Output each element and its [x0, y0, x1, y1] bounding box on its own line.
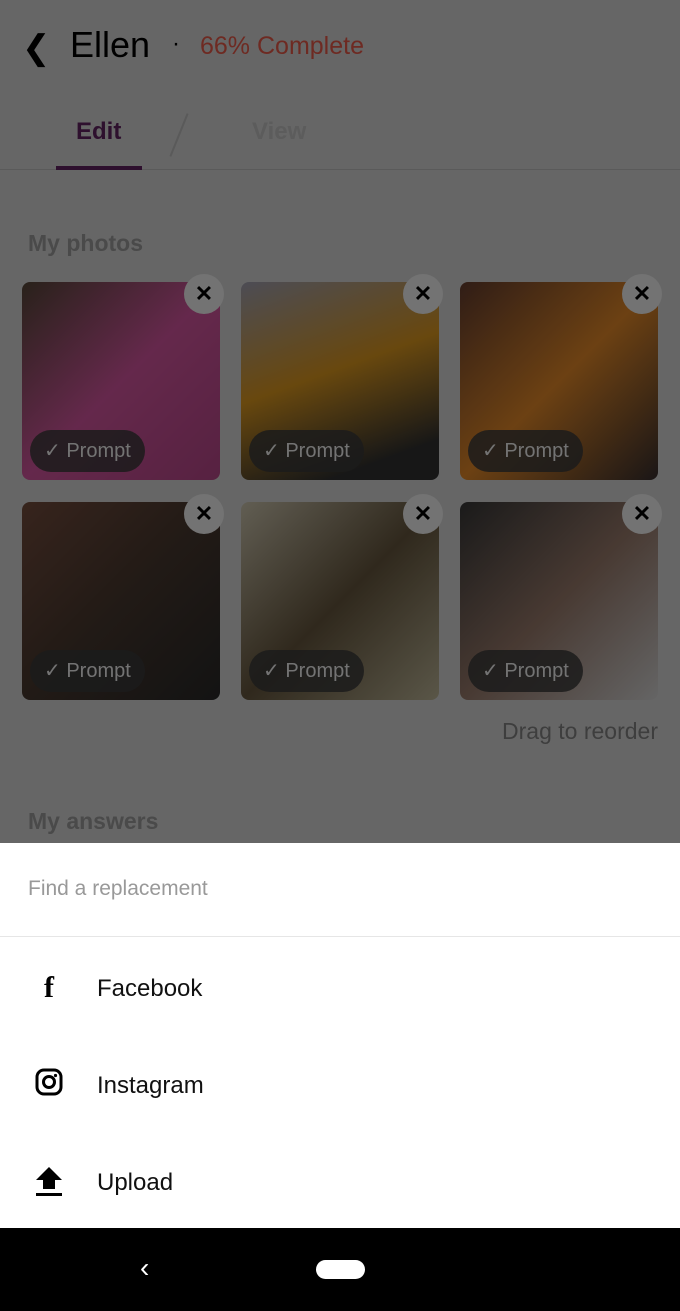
tab-edit[interactable]: Edit: [76, 118, 121, 146]
prompt-button[interactable]: ✓ Prompt: [249, 430, 364, 472]
prompt-label: Prompt: [285, 440, 350, 462]
drag-hint: Drag to reorder: [502, 718, 658, 744]
tab-divider: [169, 113, 189, 157]
photo-tile[interactable]: ✕ ✓ Prompt: [241, 274, 443, 480]
prompt-button[interactable]: ✓ Prompt: [468, 650, 583, 692]
divider: [0, 936, 680, 937]
check-icon: ✓: [263, 660, 286, 682]
tab-bar: Edit View: [0, 100, 680, 170]
option-label: Upload: [97, 1169, 174, 1196]
prompt-label: Prompt: [66, 440, 131, 462]
profile-name: Ellen: [70, 24, 151, 65]
separator: ·: [172, 30, 180, 57]
answers-heading: My answers: [28, 808, 159, 834]
chevron-left-icon[interactable]: ❮: [22, 28, 51, 68]
check-icon: ✓: [44, 440, 67, 462]
option-facebook[interactable]: f Facebook: [0, 949, 680, 1029]
option-label: Instagram: [97, 1072, 204, 1099]
photos-heading: My photos: [28, 230, 143, 256]
upload-icon: [34, 1165, 64, 1197]
header: ❮ Ellen · 66% Complete: [0, 0, 680, 90]
instagram-icon: [34, 1068, 64, 1100]
option-label: Facebook: [97, 975, 203, 1002]
home-pill-icon[interactable]: [316, 1260, 365, 1279]
facebook-icon: f: [44, 971, 54, 1004]
check-icon: ✓: [482, 440, 505, 462]
photo-tile[interactable]: ✕ ✓ Prompt: [460, 494, 662, 700]
photo-tile[interactable]: ✕ ✓ Prompt: [460, 274, 662, 480]
replacement-sheet: Find a replacement f Facebook Instagram …: [0, 843, 680, 1228]
photo-tile[interactable]: ✕ ✓ Prompt: [22, 274, 224, 480]
sheet-title: Find a replacement: [28, 877, 208, 900]
prompt-button[interactable]: ✓ Prompt: [468, 430, 583, 472]
photo-tile[interactable]: ✕ ✓ Prompt: [241, 494, 443, 700]
photo-tile[interactable]: ✕ ✓ Prompt: [22, 494, 224, 700]
active-tab-indicator: [56, 166, 142, 170]
remove-photo-button[interactable]: ✕: [184, 494, 224, 534]
remove-photo-button[interactable]: ✕: [184, 274, 224, 314]
remove-photo-button[interactable]: ✕: [403, 274, 443, 314]
check-icon: ✓: [482, 660, 505, 682]
nav-back-icon[interactable]: ‹: [140, 1252, 149, 1284]
check-icon: ✓: [263, 440, 286, 462]
check-icon: ✓: [44, 660, 67, 682]
remove-photo-button[interactable]: ✕: [622, 494, 662, 534]
option-upload[interactable]: Upload: [0, 1143, 680, 1223]
prompt-button[interactable]: ✓ Prompt: [30, 650, 145, 692]
remove-photo-button[interactable]: ✕: [403, 494, 443, 534]
prompt-label: Prompt: [504, 440, 569, 462]
option-instagram[interactable]: Instagram: [0, 1046, 680, 1126]
system-nav-bar: ‹: [0, 1228, 680, 1311]
prompt-button[interactable]: ✓ Prompt: [30, 430, 145, 472]
prompt-label: Prompt: [504, 660, 569, 682]
prompt-button[interactable]: ✓ Prompt: [249, 650, 364, 692]
prompt-label: Prompt: [66, 660, 131, 682]
prompt-label: Prompt: [285, 660, 350, 682]
tab-view[interactable]: View: [252, 118, 306, 146]
completion-status: 66% Complete: [200, 32, 364, 60]
remove-photo-button[interactable]: ✕: [622, 274, 662, 314]
